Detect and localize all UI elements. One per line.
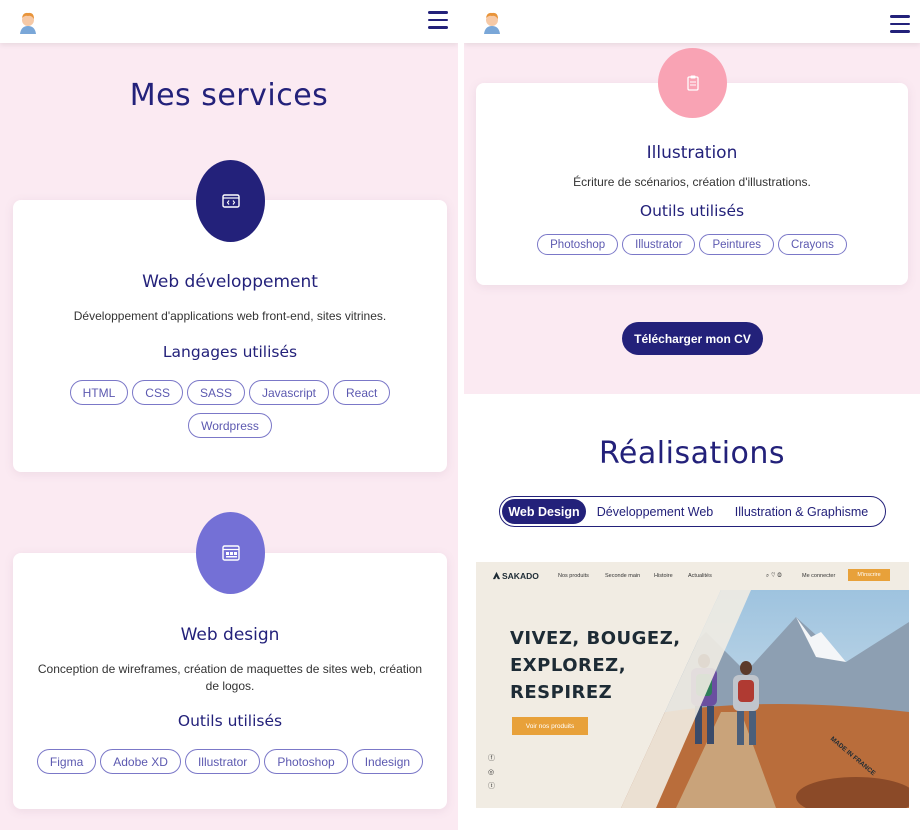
menu-hamburger-icon[interactable] (890, 15, 910, 35)
filter-illustration-graphisme[interactable]: Illustration & Graphisme (724, 499, 879, 524)
card-subtitle: Langages utilisés (162, 343, 298, 361)
preview-login: Me connecter (802, 573, 836, 579)
project-preview-sakado[interactable]: SAKADO Nos produits Seconde main Histoir… (476, 562, 909, 808)
facebook-icon: ⓕ (488, 755, 495, 762)
card-description: Conception de wireframes, création de ma… (37, 662, 423, 693)
card-subtitle: Outils utilisés (639, 202, 745, 220)
card-title: Web développement (142, 272, 318, 292)
preview-nav-link: Seconde main (605, 573, 641, 579)
portfolio-filter: Web Design Développement Web Illustratio… (499, 496, 886, 527)
tag-peintures: Peintures (699, 234, 775, 255)
top-bar (464, 0, 920, 43)
section-title-services: Mes services (129, 78, 329, 113)
twitter-icon: ⓣ (488, 783, 495, 790)
tag-illustrator: Illustrator (184, 749, 261, 774)
preview-icons: ⌕♡◍ (766, 573, 784, 579)
filter-web-design[interactable]: Web Design (502, 499, 586, 524)
avatar[interactable] (478, 8, 506, 36)
top-bar (0, 0, 458, 43)
preview-nav-link: Actualités (688, 573, 712, 579)
sakado-logo-icon (492, 571, 501, 580)
right-panel: Illustration Écriture de scénarios, créa… (464, 0, 920, 830)
tag-css: CSS (132, 380, 183, 405)
left-panel: Mes services Web développement Développe… (0, 0, 458, 830)
preview-headline-line: EXPLOREZ, (510, 655, 627, 676)
card-title: Web design (180, 625, 280, 645)
tag-indesign: Indesign (351, 749, 424, 774)
preview-headline-line: RESPIREZ (510, 682, 613, 703)
preview-signup-button: M'inscrire (848, 569, 890, 581)
tag-html: HTML (69, 380, 129, 405)
preview-nav-link: Nos produits (558, 573, 589, 579)
tag-javascript: Javascript (248, 380, 330, 405)
tag-crayons: Crayons (778, 234, 847, 255)
tag-photoshop: Photoshop (537, 234, 619, 255)
card-subtitle: Outils utilisés (177, 712, 283, 730)
tag-list: Figma Adobe XD Illustrator Photoshop Ind… (27, 749, 433, 774)
avatar[interactable] (14, 8, 42, 36)
tag-list: HTML CSS SASS Javascript React Wordpress (53, 380, 407, 438)
tag-adobe-xd: Adobe XD (100, 749, 181, 774)
tag-react: React (333, 380, 391, 405)
section-title-realisations: Réalisations (598, 436, 786, 471)
preview-navbar: SAKADO Nos produits Seconde main Histoir… (476, 562, 909, 590)
card-title: Illustration (646, 143, 738, 163)
tag-wordpress: Wordpress (188, 413, 272, 438)
tag-photoshop: Photoshop (264, 749, 348, 774)
card-description: Écriture de scénarios, création d'illust… (573, 175, 811, 189)
tag-sass: SASS (186, 380, 245, 405)
instagram-icon: ◎ (488, 769, 495, 776)
preview-nav-link: Histoire (654, 573, 673, 579)
preview-social-icons: ⓕ ◎ ⓣ (488, 752, 495, 794)
download-cv-button[interactable]: Télécharger mon CV (622, 322, 763, 355)
preview-cta-button: Voir nos produits (512, 717, 588, 735)
tag-list: Photoshop Illustrator Peintures Crayons (490, 234, 894, 255)
clipboard-icon (658, 48, 727, 118)
card-description: Développement d'applications web front-e… (73, 309, 387, 323)
code-window-icon (196, 160, 265, 242)
preview-brand: SAKADO (502, 571, 539, 581)
menu-hamburger-icon[interactable] (428, 11, 448, 31)
tag-illustrator: Illustrator (622, 234, 696, 255)
tag-figma: Figma (36, 749, 97, 774)
filter-web-development[interactable]: Développement Web (586, 499, 724, 524)
layout-icon (196, 512, 265, 594)
preview-headline-line: VIVEZ, BOUGEZ, (510, 628, 681, 649)
